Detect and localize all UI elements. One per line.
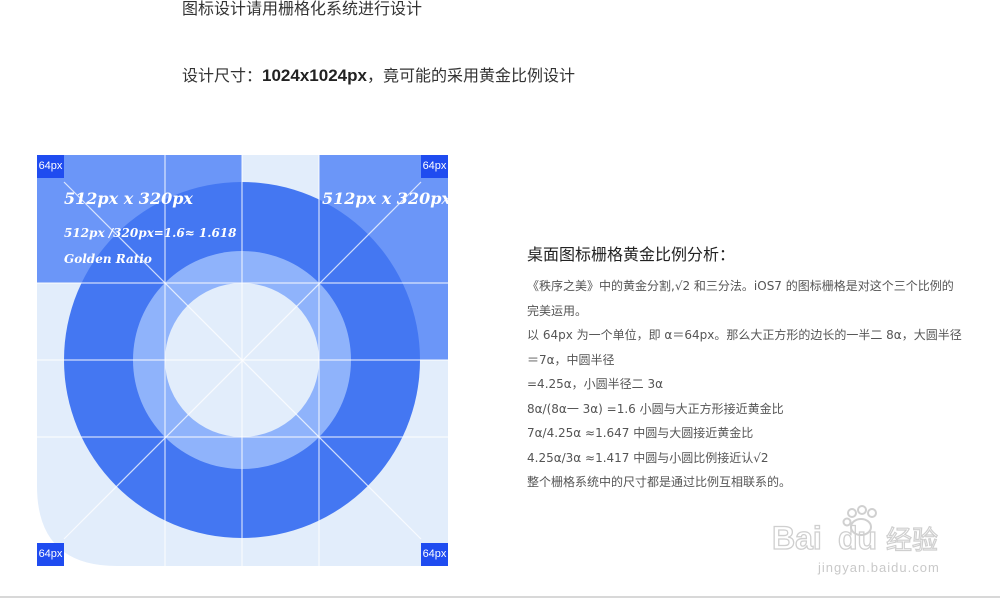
analysis-line: 整个栅格系统中的尺寸都是通过比例互相联系的。 bbox=[527, 475, 792, 489]
analysis-line: 8α/(8α一 3α) =1.6 小圆与大正方形接近黄金比 bbox=[527, 401, 784, 416]
icon-grid-figure: 64px 64px 64px 64px 512px x 320px 512px … bbox=[37, 155, 451, 566]
analysis-line: 完美运用。 bbox=[527, 303, 588, 318]
analysis-line: =4.25α，小圆半径二 3α bbox=[527, 377, 664, 391]
intro-line-2-prefix: 设计尺寸： bbox=[182, 66, 263, 85]
intro-line-2: 设计尺寸：1024x1024px，竟可能的采用黄金比例设计 bbox=[182, 66, 575, 86]
corner-label-bottom-right: 64px bbox=[421, 543, 448, 566]
watermark-brand-tail: du bbox=[838, 520, 877, 556]
intro-line-2-suffix: ，竟可能的采用黄金比例设计 bbox=[366, 66, 575, 85]
analysis-line: ＝7α，中圆半径 bbox=[527, 352, 615, 367]
analysis-line: 《秩序之美》中的黄金分割,√2 和三分法。iOS7 的图标栅格是对这个三个比例的 bbox=[527, 279, 954, 293]
watermark-brand-cn: 经验 bbox=[886, 526, 938, 556]
caption-left-note: Golden Ratio bbox=[64, 252, 152, 266]
corner-label-bottom-left: 64px bbox=[37, 543, 64, 566]
corner-label-top-left: 64px bbox=[37, 155, 64, 178]
icon-grid-svg bbox=[37, 155, 448, 566]
analysis-line: 4.25α/3α ≈1.417 中圆与小圆比例接近认√2 bbox=[527, 450, 769, 465]
analysis-line: 以 64px 为一个单位，即 α＝64px。那么大正方形的边长的一半二 8α，大… bbox=[527, 328, 962, 342]
caption-left-title: 512px x 320px bbox=[64, 189, 193, 208]
grid-lines bbox=[37, 155, 448, 566]
intro-line-1: 图标设计请用栅格化系统进行设计 bbox=[182, 0, 423, 18]
corner-label-top-right: 64px bbox=[421, 155, 448, 178]
caption-left-formula: 512px /320px=1.6≈ 1.618 bbox=[64, 226, 237, 240]
design-size: 1024x1024px bbox=[262, 66, 367, 85]
analysis-title: 桌面图标栅格黄金比例分析： bbox=[527, 245, 736, 264]
caption-right-title: 512px x 320px bbox=[322, 189, 451, 208]
analysis-line: 7α/4.25α ≈1.647 中圆与大圆接近黄金比 bbox=[527, 426, 754, 440]
analysis-panel: 桌面图标栅格黄金比例分析： 《秩序之美》中的黄金分割,√2 和三分法。iOS7 … bbox=[527, 244, 987, 495]
watermark-url: jingyan.baidu.com bbox=[818, 560, 940, 575]
watermark-brand: Bai bbox=[772, 520, 822, 556]
